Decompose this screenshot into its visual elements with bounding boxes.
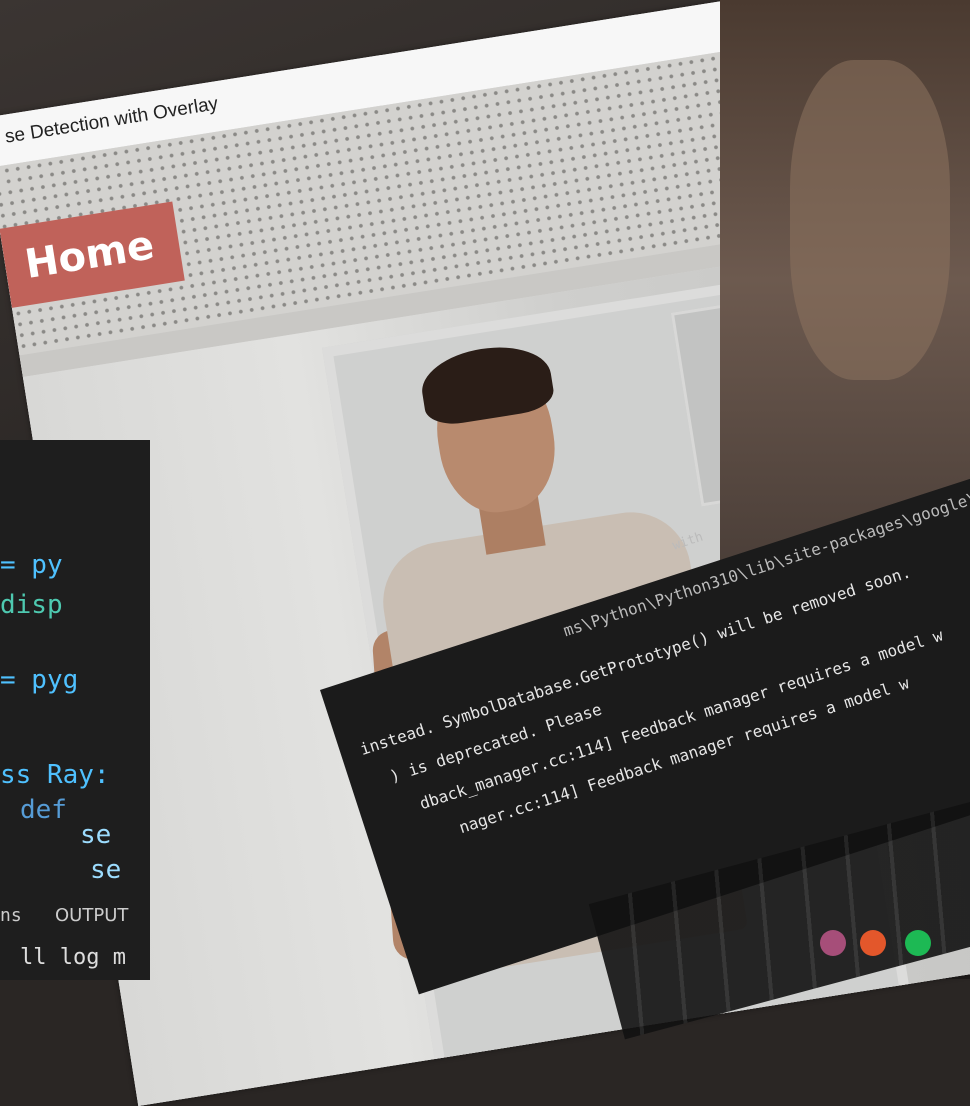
code-editor: = py disp = pyg ss Ray: def se se ns OUT… <box>0 440 150 980</box>
taskbar <box>820 930 970 970</box>
code-line: = py <box>0 550 63 580</box>
app-icon[interactable] <box>820 930 846 956</box>
code-line: def <box>20 795 67 825</box>
code-line: disp <box>0 590 63 620</box>
panel-tab-output[interactable]: OUTPUT <box>55 905 128 926</box>
panel-tab-problems[interactable]: ns <box>0 905 22 926</box>
code-line: = pyg <box>0 665 79 695</box>
log-line: ll log m <box>20 945 126 970</box>
music-icon[interactable] <box>860 930 886 956</box>
code-line: se <box>80 820 112 850</box>
code-line: se <box>90 855 122 885</box>
spotify-icon[interactable] <box>905 930 931 956</box>
code-line: ss Ray: <box>0 760 110 790</box>
reflection-face <box>790 60 950 380</box>
